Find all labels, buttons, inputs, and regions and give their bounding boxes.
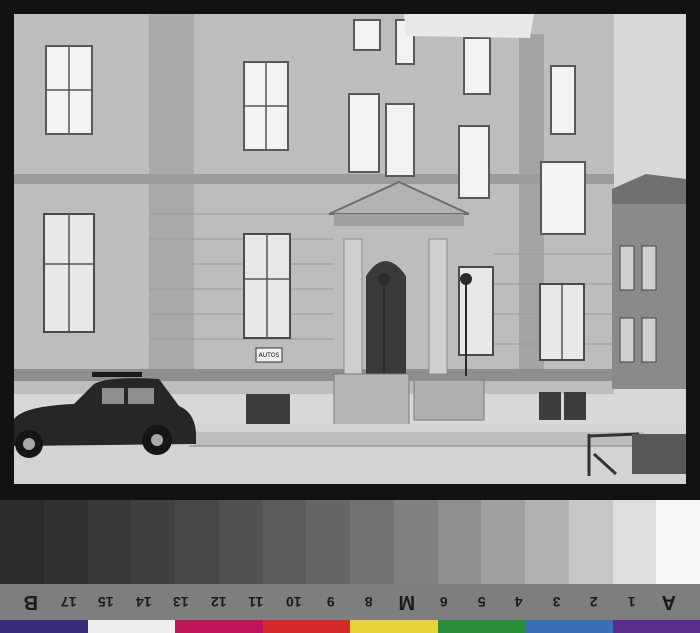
grayscale-patch <box>175 500 219 584</box>
scale-label: 13 <box>173 594 189 610</box>
scale-label: 9 <box>327 594 336 610</box>
color-patch <box>262 620 350 633</box>
grayscale-patch <box>525 500 569 584</box>
color-patch <box>87 620 175 633</box>
torn-paper-patch <box>404 14 534 38</box>
scale-label: 4 <box>515 594 523 610</box>
building-facade-scene: AUTOS <box>14 14 686 484</box>
color-patch <box>175 620 263 633</box>
scale-label: 2 <box>590 594 598 610</box>
scale-label: M <box>397 591 415 614</box>
scale-label: 10 <box>285 594 302 610</box>
grayscale-patch <box>0 500 44 584</box>
column-right <box>428 238 448 375</box>
color-calibration-bar <box>0 620 700 633</box>
color-patch <box>525 620 613 633</box>
column-left <box>343 238 363 375</box>
sidewalk <box>194 432 644 446</box>
grayscale-patch <box>306 500 350 584</box>
scale-label: 15 <box>98 594 114 610</box>
scale-label: 1 <box>627 594 636 610</box>
cornice-band <box>14 174 614 184</box>
scale-label: 5 <box>477 594 486 610</box>
steps <box>413 379 485 421</box>
photo-frame: AUTOS B 17 15 14 13 12 11 10 9 8 M 6 5 4… <box>0 0 700 633</box>
grayscale-patch <box>612 500 657 584</box>
portico-base <box>333 373 410 433</box>
grayscale-patch <box>437 500 482 584</box>
color-patch <box>612 620 700 633</box>
building-photograph: AUTOS <box>14 14 686 484</box>
color-patch <box>437 620 525 633</box>
grayscale-patch <box>568 500 613 584</box>
grayscale-patch <box>43 500 88 584</box>
entablature <box>334 214 464 226</box>
grayscale-patch <box>87 500 132 584</box>
scale-label: 12 <box>210 594 227 610</box>
autos-sign-text: AUTOS <box>259 352 280 359</box>
scale-numbers-strip: B 17 15 14 13 12 11 10 9 8 M 6 5 4 3 2 1 A <box>0 584 700 620</box>
grayscale-patch <box>218 500 263 584</box>
color-patch <box>350 620 438 633</box>
grayscale-patch <box>262 500 307 584</box>
scale-label: 17 <box>60 594 77 610</box>
scale-label: B <box>23 591 38 614</box>
scale-label: A <box>661 591 677 614</box>
color-patch <box>0 620 88 633</box>
scale-label: 3 <box>552 594 561 610</box>
grayscale-patch <box>350 500 394 584</box>
scale-label: 6 <box>439 594 448 610</box>
grayscale-patch <box>131 500 175 584</box>
grayscale-patch <box>656 500 700 584</box>
scale-label: 8 <box>364 594 373 610</box>
scale-label: 11 <box>248 594 264 610</box>
pilaster-left <box>149 14 194 374</box>
bench <box>632 434 686 474</box>
grayscale-patch <box>393 500 438 584</box>
scale-label: 14 <box>135 594 152 610</box>
grayscale-patch <box>481 500 525 584</box>
grayscale-calibration-strip <box>0 500 700 584</box>
